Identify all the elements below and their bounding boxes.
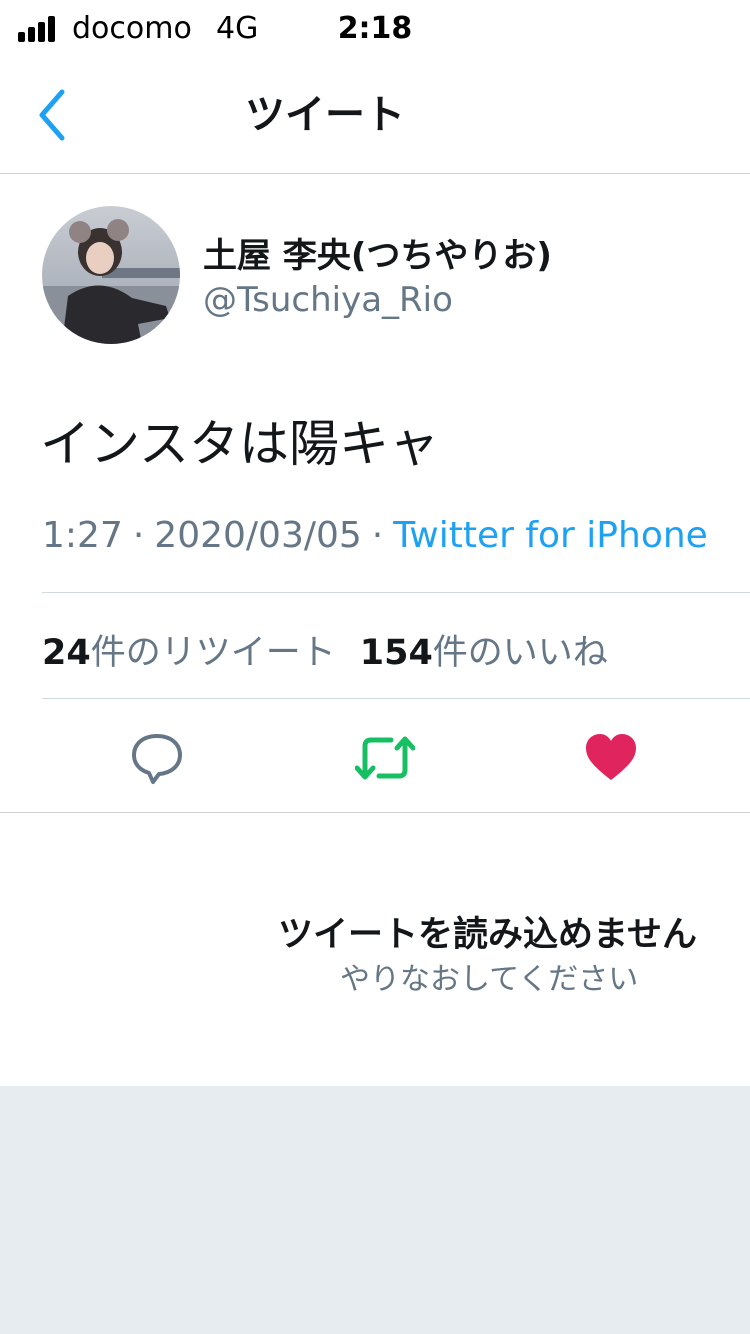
- tweet-source-link[interactable]: Twitter for iPhone: [393, 515, 708, 556]
- like-count-label: 件のいいね: [432, 633, 608, 673]
- author-name[interactable]: 土屋 李央(つちやりお): [203, 228, 552, 277]
- status-time: 2:18: [337, 11, 413, 46]
- divider: [0, 812, 750, 813]
- retweet-count: 24: [42, 633, 91, 673]
- divider: [42, 698, 750, 699]
- heart-icon: [586, 734, 636, 780]
- like-button[interactable]: [583, 730, 639, 786]
- tweet-text: インスタは陽キャ: [40, 415, 439, 473]
- meta-separator: ·: [371, 515, 384, 556]
- page-title: ツイート: [245, 92, 405, 138]
- retweet-count-label: 件のリツイート: [90, 633, 336, 673]
- retweet-button[interactable]: [354, 730, 416, 786]
- like-count-link[interactable]: 154件のいいね: [360, 633, 608, 673]
- retweet-icon: [354, 736, 416, 780]
- meta-separator: ·: [132, 515, 145, 556]
- error-title: ツイートを読み込めません: [278, 915, 697, 955]
- divider: [42, 592, 750, 593]
- author-handle[interactable]: @Tsuchiya_Rio: [203, 280, 453, 320]
- engagement-counts: 24件のリツイート 154件のいいね: [42, 624, 608, 675]
- tweet-time: 1:27: [42, 515, 123, 556]
- avatar[interactable]: [42, 206, 180, 344]
- empty-footer: [0, 1086, 750, 1334]
- status-bar: docomo 4G 2:18: [0, 0, 750, 60]
- reply-bubble-icon: [132, 734, 182, 784]
- retweet-count-link[interactable]: 24件のリツイート: [42, 633, 336, 673]
- tweet-meta: 1:27 · 2020/03/05 · Twitter for iPhone: [42, 515, 708, 556]
- like-count: 154: [359, 633, 433, 673]
- avatar-photo: [42, 206, 180, 344]
- tweet-date: 2020/03/05: [154, 515, 362, 556]
- reply-button[interactable]: [129, 730, 185, 786]
- retry-link[interactable]: やりなおしてください: [340, 954, 638, 998]
- nav-bar: ツイート: [0, 60, 750, 174]
